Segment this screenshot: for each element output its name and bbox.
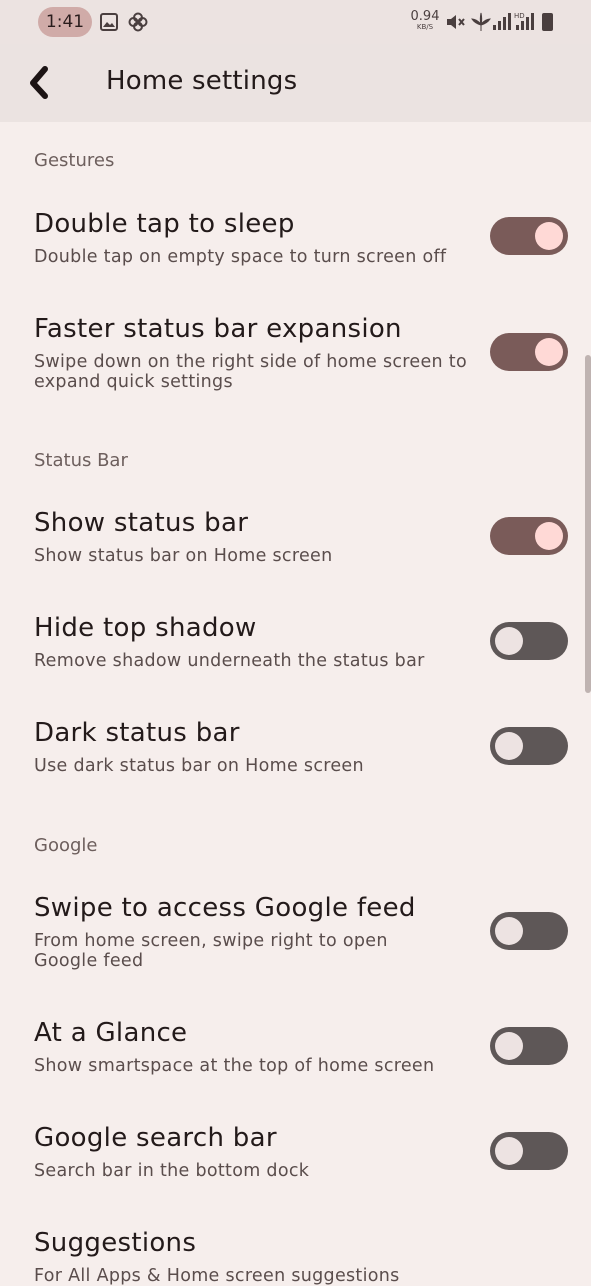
app-bar: Home settings bbox=[0, 44, 591, 122]
back-chevron-icon bbox=[30, 66, 48, 99]
setting-summary: Double tap on empty space to turn screen… bbox=[34, 247, 447, 267]
section-header-google: Google bbox=[34, 835, 98, 856]
setting-title: Suggestions bbox=[34, 1228, 197, 1258]
setting-summary: Search bar in the bottom dock bbox=[34, 1161, 310, 1181]
system-status-bar: 1:41 0.94 KB/S HD bbox=[0, 0, 591, 44]
pinwheel-icon bbox=[128, 12, 148, 32]
show-status-bar-toggle[interactable] bbox=[490, 517, 568, 555]
setting-summary: Show status bar on Home screen bbox=[34, 546, 333, 566]
battery-icon bbox=[542, 13, 553, 31]
network-speed: 0.94 KB/S bbox=[408, 10, 442, 31]
toggle-knob bbox=[535, 338, 563, 366]
page-title: Home settings bbox=[106, 66, 298, 96]
gallery-icon bbox=[100, 13, 118, 31]
toggle-knob bbox=[495, 627, 523, 655]
setting-title: Show status bar bbox=[34, 508, 249, 538]
google-search-bar-toggle[interactable] bbox=[490, 1132, 568, 1170]
setting-summary: Use dark status bar on Home screen bbox=[34, 756, 364, 776]
dark-status-bar-toggle[interactable] bbox=[490, 727, 568, 765]
toggle-knob bbox=[495, 1137, 523, 1165]
scrollbar[interactable] bbox=[585, 355, 591, 693]
setting-title: Dark status bar bbox=[34, 718, 240, 748]
mute-icon bbox=[447, 15, 465, 29]
faster-status-bar-expansion-toggle[interactable] bbox=[490, 333, 568, 371]
svg-text:HD: HD bbox=[514, 12, 525, 20]
setting-title: At a Glance bbox=[34, 1018, 188, 1048]
toggle-knob bbox=[495, 917, 523, 945]
setting-summary: Swipe down on the right side of home scr… bbox=[34, 352, 467, 392]
setting-summary: For All Apps & Home screen suggestions bbox=[34, 1266, 400, 1286]
setting-summary: From home screen, swipe right to open Go… bbox=[34, 931, 388, 971]
setting-title: Hide top shadow bbox=[34, 613, 257, 643]
setting-title: Swipe to access Google feed bbox=[34, 893, 416, 923]
setting-title: Google search bar bbox=[34, 1123, 277, 1153]
setting-summary: Remove shadow underneath the status bar bbox=[34, 651, 425, 671]
setting-summary: Show smartspace at the top of home scree… bbox=[34, 1056, 435, 1076]
setting-title: Faster status bar expansion bbox=[34, 314, 402, 344]
back-button[interactable] bbox=[20, 60, 64, 104]
double-tap-to-sleep-toggle[interactable] bbox=[490, 217, 568, 255]
hd-signal-icon: HD bbox=[514, 12, 534, 30]
setting-title: Double tap to sleep bbox=[34, 209, 295, 239]
leaf-icon bbox=[471, 12, 491, 31]
swipe-google-feed-toggle[interactable] bbox=[490, 912, 568, 950]
section-header-status-bar: Status Bar bbox=[34, 450, 128, 471]
hide-top-shadow-toggle[interactable] bbox=[490, 622, 568, 660]
at-a-glance-toggle[interactable] bbox=[490, 1027, 568, 1065]
section-header-gestures: Gestures bbox=[34, 150, 115, 171]
network-speed-unit: KB/S bbox=[416, 23, 434, 31]
network-speed-value: 0.94 bbox=[410, 9, 440, 24]
toggle-knob bbox=[535, 522, 563, 550]
status-time: 1:41 bbox=[38, 7, 92, 37]
toggle-knob bbox=[495, 732, 523, 760]
toggle-knob bbox=[535, 222, 563, 250]
toggle-knob bbox=[495, 1032, 523, 1060]
signal-icon bbox=[493, 13, 511, 30]
